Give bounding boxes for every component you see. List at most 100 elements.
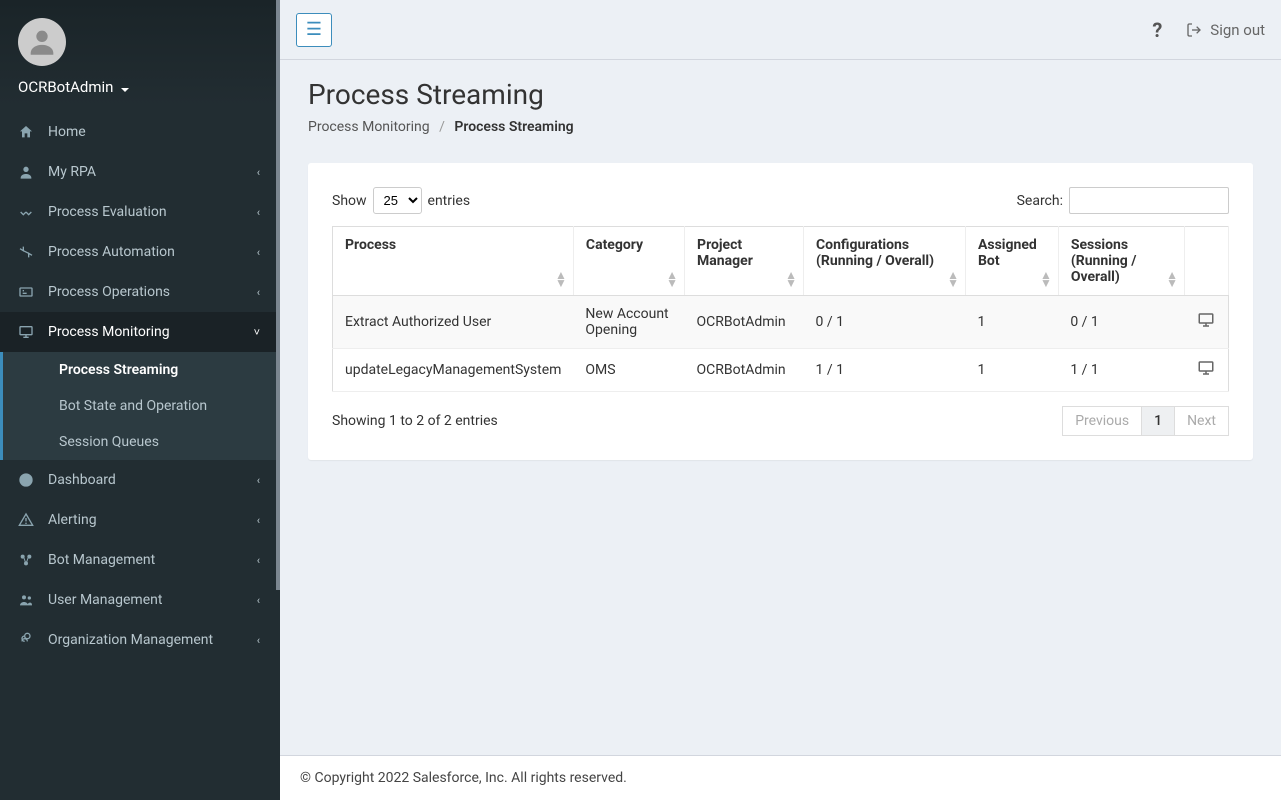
home-icon	[18, 124, 36, 140]
sidebar-subitem-bot-state-and-operation[interactable]: Bot State and Operation	[3, 388, 276, 424]
sidebar-item-bot-management[interactable]: Bot Management ‹	[0, 540, 276, 580]
sidebar-subitem-session-queues[interactable]: Session Queues	[3, 424, 276, 460]
footer-text: © Copyright 2022 Salesforce, Inc. All ri…	[300, 770, 627, 786]
col-process[interactable]: Process▲▼	[333, 227, 574, 296]
hamburger-icon: ☰	[306, 19, 322, 40]
chevron-left-icon: ‹	[257, 246, 260, 259]
page-1[interactable]: 1	[1141, 406, 1175, 436]
col-configurations[interactable]: Configurations (Running / Overall)▲▼	[804, 227, 966, 296]
cell-action	[1185, 296, 1229, 349]
sort-icon: ▲▼	[555, 271, 567, 287]
page-title: Process Streaming	[308, 78, 1253, 111]
chevron-left-icon: ‹	[257, 554, 260, 567]
sort-icon: ▲▼	[1040, 271, 1052, 287]
search-label: Search:	[1017, 193, 1063, 209]
breadcrumb-parent[interactable]: Process Monitoring	[308, 119, 430, 135]
cell-project_manager: OCRBotAdmin	[685, 296, 804, 349]
process-table: Process▲▼ Category▲▼ Project Manager▲▼ C…	[332, 226, 1229, 392]
table-search-control: Search:	[1017, 187, 1229, 214]
sort-icon: ▲▼	[785, 271, 797, 287]
chevron-down-icon: ˅	[254, 326, 260, 339]
avatar	[18, 18, 66, 66]
sidebar-item-label: Process Evaluation	[48, 204, 167, 220]
monitor-icon[interactable]	[1197, 311, 1215, 329]
breadcrumb: Process Monitoring / Process Streaming	[308, 119, 1253, 135]
cell-action	[1185, 349, 1229, 392]
cell-project_manager: OCRBotAdmin	[685, 349, 804, 392]
sidebar-item-label: Home	[48, 124, 86, 140]
sidebar-item-dashboard[interactable]: Dashboard‹	[0, 460, 276, 500]
cell-assigned_bot: 1	[966, 349, 1059, 392]
sort-icon: ▲▼	[947, 271, 959, 287]
automation-icon	[18, 244, 36, 260]
sidebar-item-label: Process Automation	[48, 244, 175, 260]
col-category[interactable]: Category▲▼	[573, 227, 684, 296]
table-row: Extract Authorized UserNew Account Openi…	[333, 296, 1229, 349]
length-prefix: Show	[332, 193, 367, 209]
sidebar-item-alerting[interactable]: Alerting‹	[0, 500, 276, 540]
chevron-left-icon: ‹	[257, 166, 260, 179]
monitor-icon[interactable]	[1197, 359, 1215, 377]
pagination: Previous 1 Next	[1063, 406, 1229, 436]
sidebar-item-home[interactable]: Home	[0, 112, 276, 152]
cell-category: OMS	[573, 349, 684, 392]
col-assigned-bot[interactable]: Assigned Bot▲▼	[966, 227, 1059, 296]
hamburger-button[interactable]: ☰	[296, 13, 332, 47]
chevron-left-icon: ‹	[257, 514, 260, 527]
sidebar-item-user-management[interactable]: User Management‹	[0, 580, 276, 620]
chevron-left-icon: ‹	[257, 474, 260, 487]
signout-button[interactable]: Sign out	[1186, 21, 1265, 39]
chevron-left-icon: ‹	[257, 286, 260, 299]
cell-category: New Account Opening	[573, 296, 684, 349]
help-button[interactable]: ?	[1152, 18, 1162, 42]
signout-label: Sign out	[1210, 21, 1265, 39]
sidebar-item-label: Bot Management	[48, 552, 155, 568]
sidebar-item-label: My RPA	[48, 164, 96, 180]
dashboard-icon	[18, 472, 36, 488]
sort-icon: ▲▼	[666, 271, 678, 287]
cell-sessions: 0 / 1	[1058, 296, 1184, 349]
process-table-box: Show 25 entries Search: Process▲▼ Catego…	[308, 163, 1253, 460]
topbar: ☰ ? Sign out	[280, 0, 1281, 60]
content-header: Process Streaming Process Monitoring / P…	[280, 60, 1281, 143]
user-panel: OCRBotAdmin	[0, 0, 276, 106]
cell-configurations: 1 / 1	[804, 349, 966, 392]
users-icon	[18, 592, 36, 608]
sidebar-item-process-operations[interactable]: Process Operations‹	[0, 272, 276, 312]
monitoring-icon	[18, 324, 36, 340]
sidebar-item-my-rpa[interactable]: My RPA ‹	[0, 152, 276, 192]
breadcrumb-current: Process Streaming	[454, 119, 573, 135]
operations-icon	[18, 284, 36, 300]
table-info: Showing 1 to 2 of 2 entries	[332, 413, 498, 429]
check-icon	[18, 204, 36, 220]
cell-process: Extract Authorized User	[333, 296, 574, 349]
page-previous[interactable]: Previous	[1062, 406, 1142, 436]
sidebar-item-label: User Management	[48, 592, 162, 608]
search-input[interactable]	[1069, 187, 1229, 214]
user-name-dropdown[interactable]: OCRBotAdmin	[18, 78, 258, 96]
cell-sessions: 1 / 1	[1058, 349, 1184, 392]
caret-down-icon	[119, 78, 129, 96]
user-name: OCRBotAdmin	[18, 78, 113, 96]
length-suffix: entries	[428, 193, 471, 209]
sidebar-subitem-process-streaming[interactable]: Process Streaming	[3, 352, 276, 388]
sidebar-item-process-monitoring[interactable]: Process Monitoring˅	[0, 312, 276, 352]
col-project-manager[interactable]: Project Manager▲▼	[685, 227, 804, 296]
col-sessions[interactable]: Sessions (Running / Overall)▲▼	[1058, 227, 1184, 296]
col-actions	[1185, 227, 1229, 296]
sidebar-item-organization-management[interactable]: Organization Management‹	[0, 620, 276, 660]
cell-configurations: 0 / 1	[804, 296, 966, 349]
cell-assigned_bot: 1	[966, 296, 1059, 349]
sidebar-item-process-evaluation[interactable]: Process Evaluation‹	[0, 192, 276, 232]
bot-icon	[18, 552, 36, 568]
breadcrumb-separator: /	[439, 119, 445, 135]
user-icon	[18, 164, 36, 180]
sidebar-item-process-automation[interactable]: Process Automation ‹	[0, 232, 276, 272]
table-row: updateLegacyManagementSystemOMSOCRBotAdm…	[333, 349, 1229, 392]
alert-icon	[18, 512, 36, 528]
org-icon	[18, 632, 36, 648]
length-select[interactable]: 25	[373, 187, 422, 214]
cell-process: updateLegacyManagementSystem	[333, 349, 574, 392]
page-next[interactable]: Next	[1174, 406, 1229, 436]
sidebar-scrollbar[interactable]	[276, 0, 280, 590]
